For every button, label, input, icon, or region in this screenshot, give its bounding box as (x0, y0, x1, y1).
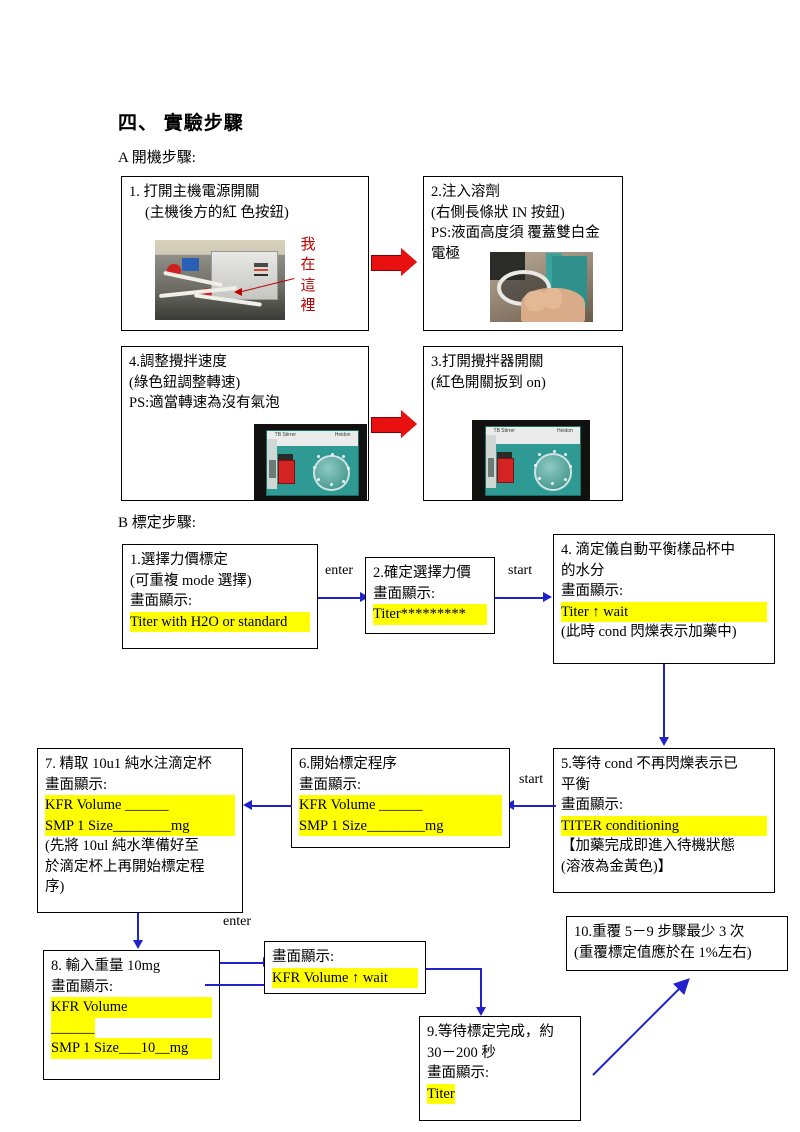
step-2-line-1: (右側長條狀 IN 按鈕) (431, 204, 565, 221)
stirrer-photo-3: TB Stirrer Heidon (472, 420, 590, 500)
flow-1-line-1: (可重複 mode 選擇) (130, 572, 252, 589)
flow-9-line-2: 畫面顯示: (427, 1065, 490, 1082)
flow-box-4: 4. 滴定儀自動平衡樣品杯中 的水分 畫面顯示: Titer ↑ wait (此… (553, 534, 775, 664)
flow-4-line-0: 4. 滴定儀自動平衡樣品杯中 (561, 542, 735, 558)
flow-5-note-1: (溶液為金黃色)】 (561, 858, 673, 875)
flow-6-display-value-1: KFR Volume ______ (299, 795, 502, 816)
flow-2-line-0: 2.確定選擇力價 (373, 565, 471, 581)
flow-box-8: 8. 輸入重量 10mg 畫面顯示: KFR Volume ______ SMP… (43, 950, 220, 1080)
connector-line (426, 968, 482, 970)
flow-box-10: 10.重覆 5－9 步驟最少 3 次 (重覆標定值應於在 1%左右) (566, 916, 788, 971)
flow-2-line-1: 畫面顯示: (373, 585, 436, 602)
step-4-line-2: PS:適當轉速為沒有氣泡 (129, 395, 280, 412)
flow-4-line-1: 的水分 (561, 562, 605, 579)
flow-2-display-value: Titer********* (373, 604, 487, 625)
here-annotation: 我在這裡 (297, 235, 319, 316)
step-3-line-1: (紅色開關扳到 on) (431, 374, 546, 391)
flow-8-line-0: 8. 輸入重量 10mg (51, 958, 161, 974)
connector-line (663, 664, 665, 744)
flow-box-8b: 畫面顯示: KFR Volume ↑ wait (264, 941, 426, 994)
flow-1-line-0: 1.選擇力價標定 (130, 552, 228, 568)
part-b-heading: B 標定步驟: (118, 515, 196, 531)
flow-7-display-value-1: KFR Volume ______ (45, 795, 235, 816)
flow-box-7: 7. 精取 10u1 純水注滴定杯 畫面顯示: KFR Volume _____… (37, 748, 243, 913)
step-3-line-0: 3.打開攪拌器開關 (431, 354, 544, 370)
stirrer-photo-4: TB Stirrer Heidon (254, 424, 367, 500)
flow-box-9: 9.等待標定完成，約 30－200 秒 畫面顯示: Titer (419, 1016, 581, 1121)
connector-line (318, 597, 362, 599)
beaker-hand-photo (490, 252, 593, 322)
connector-line (205, 984, 268, 986)
flow-7-note-1: 於滴定杯上再開始標定程 (45, 858, 205, 875)
flow-6-display-value-2: SMP 1 Size________mg (299, 815, 502, 837)
connector-label-start-2: start (519, 772, 544, 787)
flow-4-display-value: Titer ↑ wait (561, 601, 767, 623)
callout-arrowhead-icon (234, 288, 242, 296)
arrow-head-icon (659, 737, 669, 746)
arrow-head-icon (133, 940, 143, 949)
flow-5-note-0: 【加藥完成即進入待機狀態 (561, 838, 735, 855)
diagonal-connector (592, 978, 690, 1076)
step-2-line-2: PS:液面高度須 覆蓋雙白金 (431, 225, 600, 242)
flow-8-line-1: 畫面顯示: (51, 978, 114, 995)
step-1-line-0: 1. 打開主機電源開關 (129, 184, 260, 200)
flow-6-line-1: 畫面顯示: (299, 776, 362, 793)
instrument-rear-photo (155, 240, 285, 320)
flow-5-line-2: 畫面顯示: (561, 797, 624, 814)
step-4-line-1: (綠色鈕調整轉速) (129, 374, 241, 391)
here-annotation-text: 我在這裡 (300, 237, 316, 314)
flow-10-line-1: (重覆標定值應於在 1%左右) (574, 944, 752, 961)
flow-box-2: 2.確定選擇力價 畫面顯示: Titer********* (365, 557, 495, 634)
page-title: 四、 實驗步驟 (118, 113, 244, 134)
connector-line (495, 597, 545, 599)
step-2-line-0: 2.注入溶劑 (431, 184, 500, 200)
flow-4-note: (此時 cond 閃爍表示加藥中) (561, 624, 737, 641)
connector-label-enter-1: enter (325, 563, 353, 578)
flow-10-line-0: 10.重覆 5－9 步驟最少 3 次 (574, 924, 745, 940)
arrow-head-icon (543, 592, 552, 602)
flow-8-display-value-2: ______ (51, 1017, 95, 1039)
flow-7-line-0: 7. 精取 10u1 純水注滴定杯 (45, 756, 212, 772)
flow-5-line-0: 5.等待 cond 不再閃爍表示已 (561, 756, 738, 772)
flow-7-display-value-2: SMP 1 Size________mg (45, 815, 235, 837)
flow-1-line-2: 畫面顯示: (130, 593, 193, 610)
connector-label-start-1: start (508, 563, 533, 578)
connector-line (220, 962, 265, 964)
step-1-line-1: (主機後方的紅 色按鈕) (145, 204, 289, 221)
flow-4-line-2: 畫面顯示: (561, 583, 624, 600)
connector-line (250, 805, 292, 807)
flow-8-display-value-3: SMP 1 Size___10__mg (51, 1038, 212, 1059)
arrow-head-icon (243, 800, 252, 810)
flow-box-5: 5.等待 cond 不再閃爍表示已 平衡 畫面顯示: TITER conditi… (553, 748, 775, 893)
flow-box-6: 6.開始標定程序 畫面顯示: KFR Volume ______ SMP 1 S… (291, 748, 510, 848)
red-flow-arrow-icon-1 (371, 248, 417, 276)
flow-8-display-value-1: KFR Volume (51, 997, 212, 1018)
part-a-heading: A 開機步驟: (118, 150, 196, 166)
flow-8b-display-value: KFR Volume ↑ wait (272, 967, 418, 989)
flow-7-note-2: 序) (45, 879, 65, 896)
flow-7-note-0: (先將 10ul 純水準備好至 (45, 838, 199, 855)
flow-9-line-0: 9.等待標定完成，約 (427, 1024, 554, 1040)
flow-5-display-value: TITER conditioning (561, 815, 767, 837)
red-flow-arrow-icon-2 (371, 410, 417, 438)
arrow-head-icon (476, 1007, 486, 1016)
connector-label-enter-2: enter (223, 914, 251, 929)
flow-5-line-1: 平衡 (561, 776, 590, 793)
flow-8b-line-0: 畫面顯示: (272, 949, 335, 965)
flow-1-display-value: Titer with H2O or standard (130, 611, 310, 633)
flow-6-line-0: 6.開始標定程序 (299, 756, 397, 772)
connector-line (512, 805, 556, 807)
step-4-line-0: 4.調整攪拌速度 (129, 354, 227, 370)
flow-9-display-value: Titer (427, 1083, 455, 1105)
flow-9-line-1: 30－200 秒 (427, 1044, 496, 1061)
document-page: 四、 實驗步驟 A 開機步驟: B 標定步驟: 1. 打開主機電源開關 (主機後… (0, 0, 800, 1132)
flow-box-1: 1.選擇力價標定 (可重複 mode 選擇) 畫面顯示: Titer with … (122, 544, 318, 649)
flow-7-line-1: 畫面顯示: (45, 776, 108, 793)
